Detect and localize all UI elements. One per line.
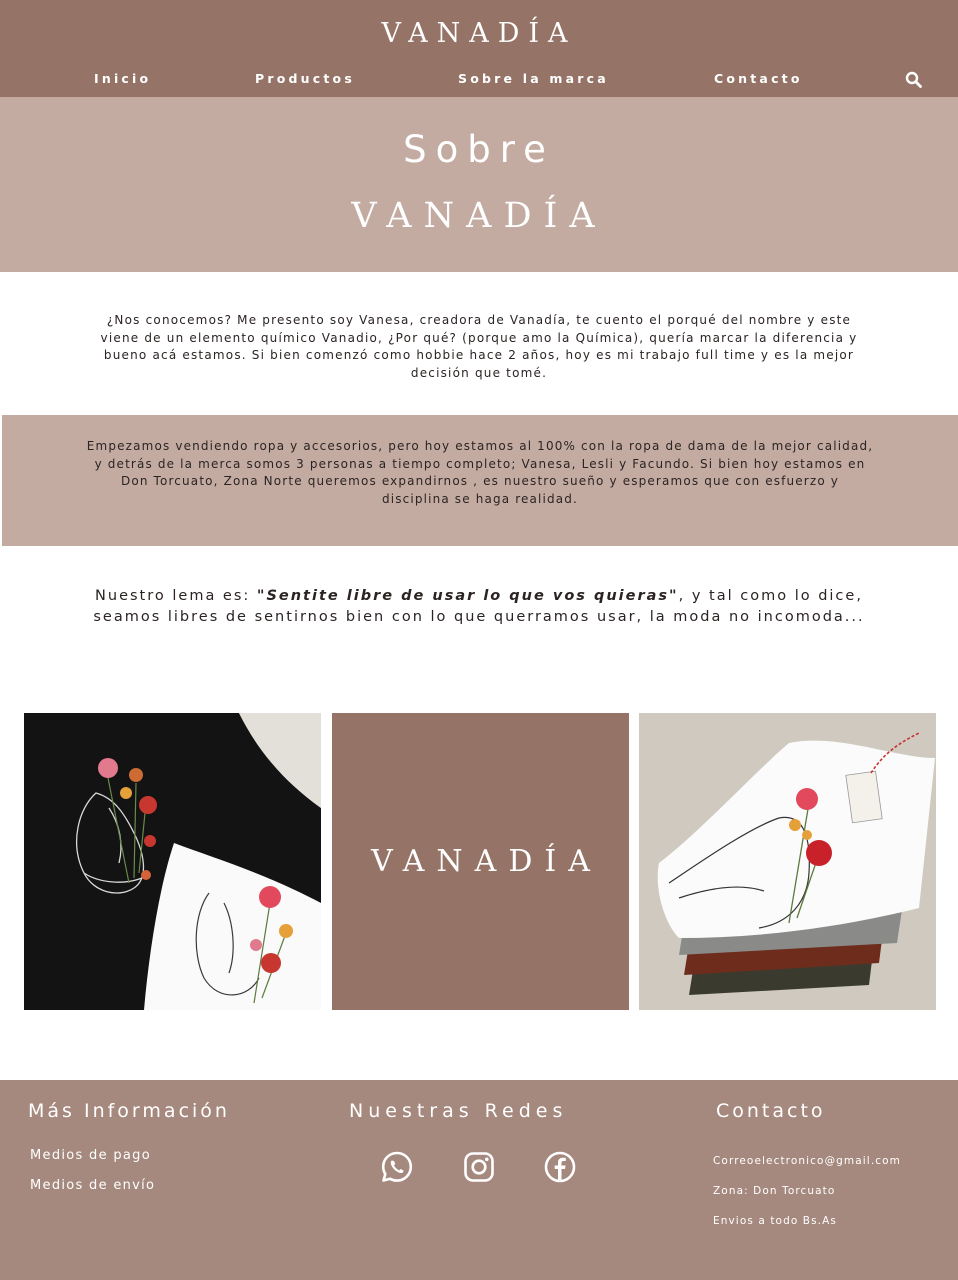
intro-paragraph: ¿Nos conocemos? Me presento soy Vanesa, … xyxy=(100,313,858,380)
facebook-icon[interactable] xyxy=(543,1150,577,1184)
photo-tshirts-flat xyxy=(24,713,321,1010)
brand-logo[interactable]: VANADÍA xyxy=(0,18,958,49)
motto-quote: "Sentite libre de usar lo que vos quiera… xyxy=(256,588,679,604)
photo-tshirts-stack xyxy=(639,713,936,1010)
footer-contact-shipping: Envios a todo Bs.As xyxy=(713,1215,837,1227)
hero-brand: VANADÍA xyxy=(351,196,607,236)
motto-paragraph: Nuestro lema es: "Sentite libre de usar … xyxy=(90,586,868,628)
nav-productos[interactable]: Productos xyxy=(255,71,355,86)
footer-contact-zone: Zona: Don Torcuato xyxy=(713,1185,836,1197)
nav-inicio[interactable]: Inicio xyxy=(94,71,151,86)
brand-tile: VANADÍA xyxy=(332,713,629,1010)
footer-social-title: Nuestras Redes xyxy=(349,1100,568,1122)
hero-banner xyxy=(0,97,958,272)
footer-contact-title: Contacto xyxy=(716,1100,826,1122)
nav-sobre-la-marca[interactable]: Sobre la marca xyxy=(458,71,609,86)
nav-contacto[interactable]: Contacto xyxy=(714,71,803,86)
team-paragraph: Empezamos vendiendo ropa y accesorios, p… xyxy=(86,439,874,506)
hero-title: Sobre xyxy=(403,128,555,171)
footer-contact-email[interactable]: Correoelectronico@gmail.com xyxy=(713,1155,901,1167)
motto-prefix: Nuestro lema es: xyxy=(95,588,257,604)
search-icon[interactable] xyxy=(905,71,923,89)
brand-tile-text: VANADÍA xyxy=(371,844,602,879)
footer-link-medios-de-envio[interactable]: Medios de envío xyxy=(30,1178,155,1193)
whatsapp-icon[interactable] xyxy=(380,1150,414,1184)
footer-info-title: Más Información xyxy=(28,1100,230,1122)
instagram-icon[interactable] xyxy=(462,1150,496,1184)
footer-link-medios-de-pago[interactable]: Medios de pago xyxy=(30,1148,151,1163)
